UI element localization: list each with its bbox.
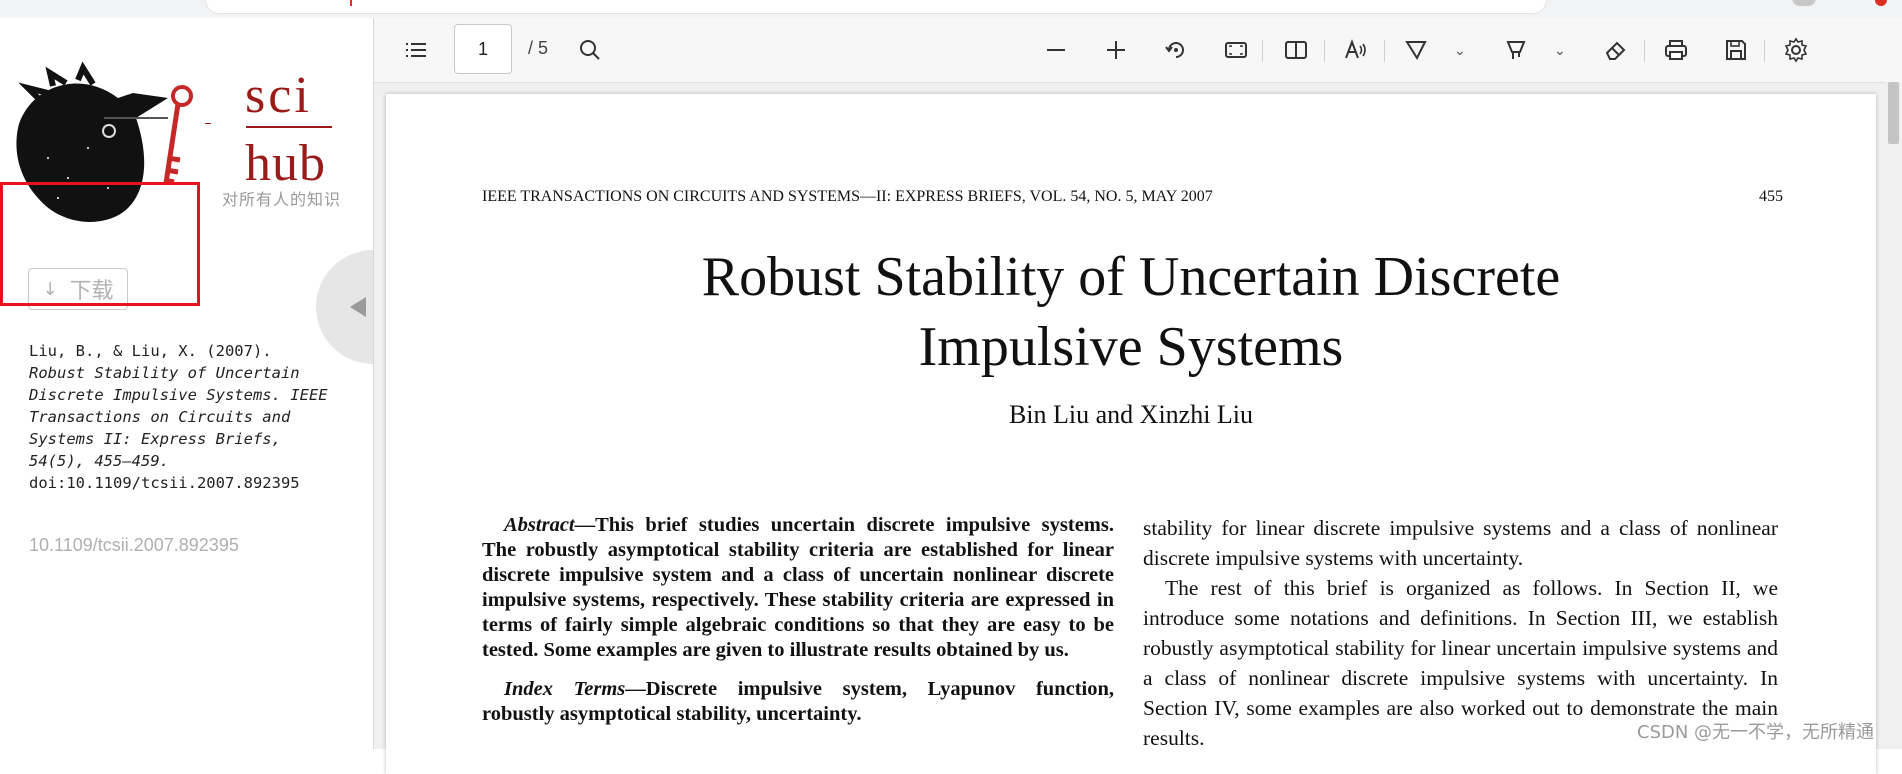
page-number: 455 (1759, 188, 1783, 205)
page-total: / 5 (528, 38, 549, 58)
paper-title-line-1: Robust Stability of Uncertain Discrete (701, 246, 1561, 308)
citation-title-journal: Robust Stability of Uncertain Discrete I… (29, 364, 328, 470)
zoom-in-icon[interactable] (1100, 34, 1132, 66)
highlight-icon[interactable] (1500, 34, 1532, 66)
address-bar-marker (350, 0, 352, 6)
print-icon[interactable] (1660, 34, 1692, 66)
page-number-input[interactable]: 1 (454, 24, 512, 74)
draw-icon[interactable] (1400, 34, 1432, 66)
pdf-toolbar: 1 / 5 ⌄ ⌄ (374, 18, 1902, 83)
fit-page-icon[interactable] (1220, 34, 1252, 66)
page-view-icon[interactable] (1280, 34, 1312, 66)
logo-word-hub: hub (245, 135, 326, 192)
toolbar-separator (1644, 40, 1645, 62)
vertical-scrollbar[interactable] (1884, 82, 1902, 749)
index-terms-paragraph: Index Terms—Discrete impulsive system, L… (482, 677, 1114, 727)
toolbar-separator (1384, 40, 1385, 62)
toolbar-separator (1262, 40, 1263, 62)
index-terms-label: Index Terms (504, 678, 626, 700)
body-paragraph-1: stability for linear discrete impulsive … (1143, 516, 1778, 570)
toolbar-separator (1764, 40, 1765, 62)
abstract-section: Abstract—This brief studies uncertain di… (482, 513, 1114, 727)
search-icon[interactable] (574, 34, 606, 66)
csdn-watermark: CSDN @无一不学，无所精通 (1637, 718, 1875, 744)
citation-block: Liu, B., & Liu, X. (2007). Robust Stabil… (29, 340, 329, 494)
settings-gear-icon[interactable] (1780, 34, 1812, 66)
browser-top-strip (0, 0, 1902, 18)
scrollbar-thumb[interactable] (1888, 82, 1899, 144)
toolbar-separator (1324, 40, 1325, 62)
chevron-down-icon[interactable]: ⌄ (1454, 42, 1466, 59)
abstract-label: Abstract (504, 514, 575, 536)
zoom-out-icon[interactable] (1040, 34, 1072, 66)
pdf-page: IEEE TRANSACTIONS ON CIRCUITS AND SYSTEM… (386, 94, 1876, 774)
collapse-arrow-icon (350, 297, 366, 317)
scihub-sidebar: sci hub 对所有人的知识 ↓ 下载 Liu, B., & Liu, X. … (0, 18, 430, 749)
running-header: IEEE TRANSACTIONS ON CIRCUITS AND SYSTEM… (482, 188, 1213, 205)
slogan: 对所有人的知识 (222, 190, 342, 209)
paper-title-line-2: Impulsive Systems (918, 316, 1344, 378)
body-right-column: stability for linear discrete impulsive … (1143, 513, 1778, 753)
abstract-text: —This brief studies uncertain discrete i… (482, 514, 1114, 661)
paper-authors: Bin Liu and Xinzhi Liu (1008, 400, 1254, 429)
notification-icon[interactable] (1875, 0, 1887, 6)
citation-authors: Liu, B., & Liu, X. (2007). (29, 342, 272, 360)
logo-connector (205, 123, 211, 124)
profile-avatar[interactable] (1792, 0, 1816, 6)
address-bar[interactable] (205, 0, 1547, 14)
pdf-viewer: 1 / 5 ⌄ ⌄ IEEE TRANSACTIONS ON CIRCUITS … (373, 18, 1902, 774)
eraser-icon[interactable] (1600, 34, 1632, 66)
contents-list-icon[interactable] (400, 34, 432, 66)
logo-word-sci: sci (245, 67, 312, 124)
rotate-icon[interactable] (1160, 34, 1192, 66)
read-aloud-icon[interactable] (1340, 34, 1372, 66)
chevron-down-icon[interactable]: ⌄ (1554, 42, 1566, 59)
doi-link[interactable]: 10.1109/tcsii.2007.892395 (29, 535, 239, 556)
paper-title: Robust Stability of Uncertain Discrete I… (386, 242, 1876, 382)
citation-doi: doi:10.1109/tcsii.2007.892395 (29, 474, 300, 492)
save-icon[interactable] (1720, 34, 1752, 66)
highlight-annotation-box (0, 182, 200, 306)
logo-underline (246, 126, 332, 128)
abstract-paragraph: Abstract—This brief studies uncertain di… (482, 513, 1114, 663)
